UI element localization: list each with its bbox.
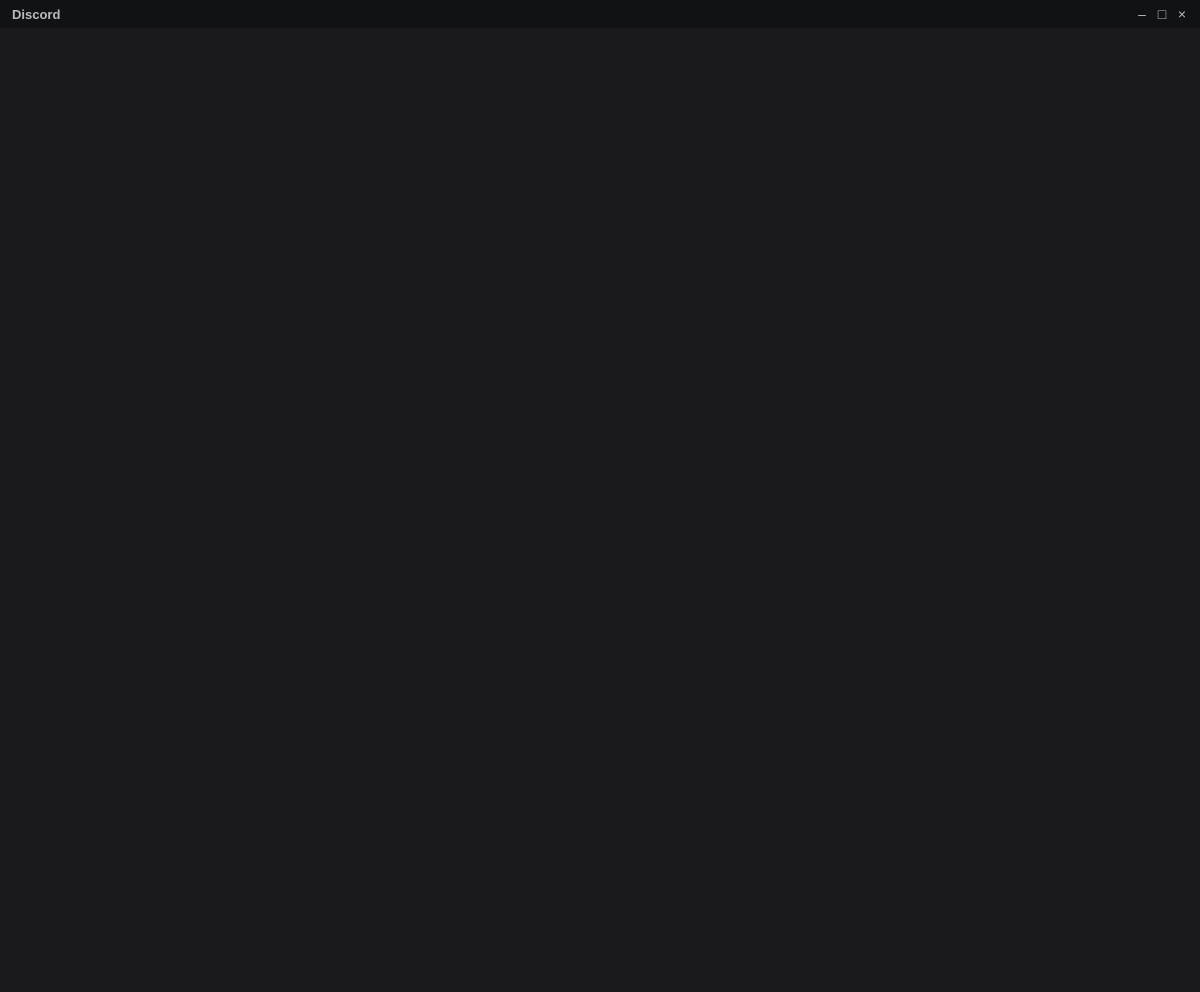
minimize-button[interactable]: – — [1136, 8, 1148, 20]
app-title: Discord — [12, 7, 60, 22]
maximize-button[interactable]: □ — [1156, 8, 1168, 20]
window-controls: – □ × — [1136, 8, 1188, 20]
close-window-button[interactable]: × — [1176, 8, 1188, 20]
titlebar: Discord – □ × — [0, 0, 1200, 28]
